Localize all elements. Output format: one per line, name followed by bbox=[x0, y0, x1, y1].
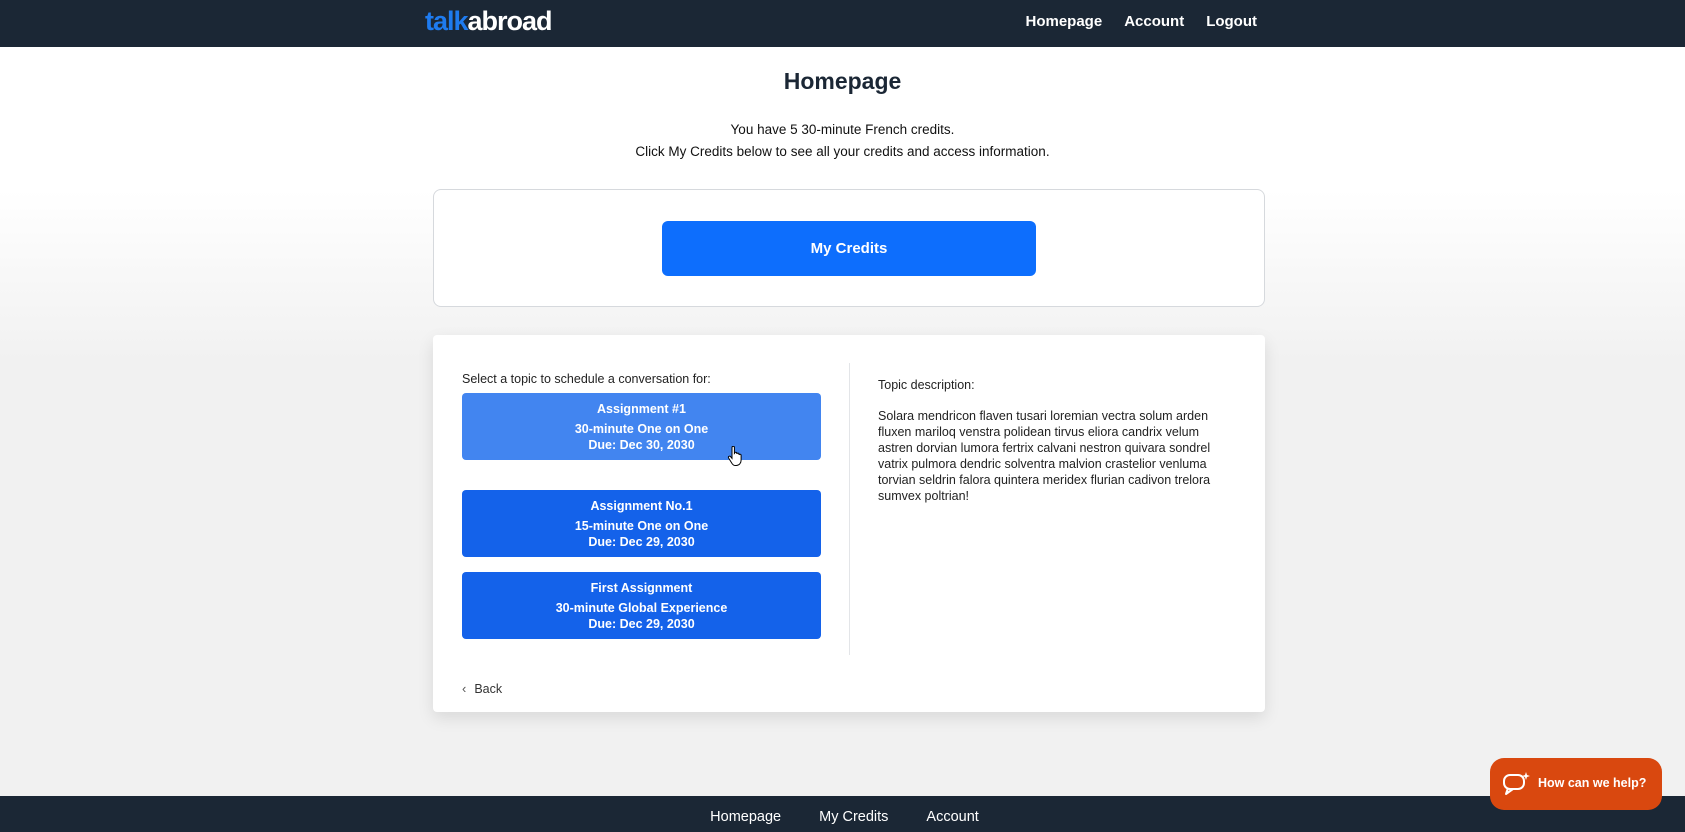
topic-selection-card: Select a topic to schedule a conversatio… bbox=[433, 335, 1265, 712]
assignment-item-1[interactable]: Assignment #1 30-minute One on One Due: … bbox=[462, 393, 821, 460]
assignment-item-3[interactable]: First Assignment 30-minute Global Experi… bbox=[462, 572, 821, 639]
nav-logout-link[interactable]: Logout bbox=[1206, 13, 1257, 30]
credits-info-line-1: You have 5 30-minute French credits. bbox=[730, 122, 955, 137]
page-title: Homepage bbox=[783, 68, 902, 94]
credits-info: You have 5 30-minute French credits. Cli… bbox=[0, 119, 1685, 163]
hand-cursor-icon bbox=[727, 446, 742, 466]
footer-my-credits-link[interactable]: My Credits bbox=[819, 809, 888, 825]
talkabroad-logo[interactable]: talkabroad bbox=[425, 6, 553, 37]
back-link[interactable]: ‹ Back bbox=[462, 681, 502, 696]
assignment-item-2[interactable]: Assignment No.1 15-minute One on One Due… bbox=[462, 490, 821, 557]
assignment-type: 30-minute One on One bbox=[574, 422, 709, 436]
assignment-title: Assignment #1 bbox=[597, 402, 686, 416]
topic-description-label: Topic description: bbox=[878, 378, 975, 392]
chevron-left-icon: ‹ bbox=[462, 681, 467, 696]
top-navbar: talkabroad Homepage Account Logout bbox=[0, 0, 1685, 47]
footer-homepage-link[interactable]: Homepage bbox=[710, 809, 781, 825]
column-divider bbox=[849, 363, 850, 655]
help-widget-button[interactable]: How can we help? bbox=[1490, 758, 1662, 810]
help-widget-label: How can we help? bbox=[1538, 776, 1647, 790]
assignment-due: Due: Dec 29, 2030 bbox=[588, 617, 695, 631]
footer: Homepage My Credits Account bbox=[0, 796, 1685, 832]
footer-nav: Homepage My Credits Account bbox=[0, 809, 1685, 825]
assignment-type: 15-minute One on One bbox=[574, 519, 709, 533]
assignment-type: 30-minute Global Experience bbox=[555, 601, 728, 615]
chat-bubbles-icon bbox=[1503, 772, 1530, 795]
back-label: Back bbox=[474, 681, 503, 696]
credits-card: My Credits bbox=[433, 189, 1265, 307]
nav-account-link[interactable]: Account bbox=[1124, 13, 1184, 30]
nav-homepage-link[interactable]: Homepage bbox=[1026, 13, 1103, 30]
assignment-title: Assignment No.1 bbox=[590, 499, 693, 513]
select-topic-label: Select a topic to schedule a conversatio… bbox=[462, 372, 711, 386]
my-credits-button[interactable]: My Credits bbox=[662, 221, 1036, 276]
top-nav: Homepage Account Logout bbox=[1026, 13, 1258, 30]
footer-account-link[interactable]: Account bbox=[926, 809, 978, 825]
topic-description-text: Solara mendricon flaven tusari loremian … bbox=[878, 409, 1211, 503]
assignment-due: Due: Dec 29, 2030 bbox=[588, 535, 695, 549]
assignment-title: First Assignment bbox=[590, 581, 693, 595]
assignment-due: Due: Dec 30, 2030 bbox=[588, 438, 695, 452]
credits-info-line-2: Click My Credits below to see all your c… bbox=[635, 144, 1050, 159]
